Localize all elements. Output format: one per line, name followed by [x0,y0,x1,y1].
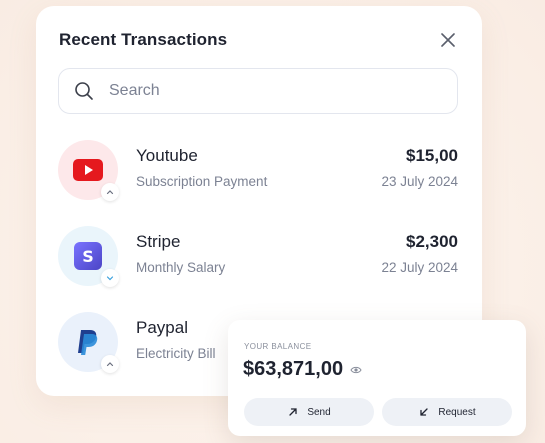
eye-icon[interactable] [349,363,363,377]
card-title: Recent Transactions [59,30,228,49]
transaction-description: Subscription Payment [136,174,268,189]
svg-text:S: S [82,247,94,266]
balance-label: YOUR BALANCE [244,342,312,351]
send-label: Send [307,406,331,418]
transaction-name: Youtube [136,146,198,165]
balance-amount: $63,871,00 [243,358,344,380]
request-button[interactable]: Request [382,398,512,426]
search-box[interactable] [58,68,458,114]
transaction-name: Stripe [136,232,181,251]
transaction-amount: $2,300 [406,232,458,251]
arrow-up-icon [101,355,119,373]
balance-card: YOUR BALANCE $63,871,00 Send Request [228,320,526,436]
transaction-description: Monthly Salary [136,260,226,275]
transaction-name: Paypal [136,318,188,337]
transaction-date: 22 July 2024 [381,260,458,275]
send-button[interactable]: Send [244,398,374,426]
arrow-up-right-icon [287,406,299,418]
arrow-down-left-icon [418,406,430,418]
transaction-row-youtube[interactable]: Youtube Subscription Payment $15,00 23 J… [58,140,458,202]
close-icon [441,33,455,47]
transaction-row-stripe[interactable]: S Stripe Monthly Salary $2,300 22 July 2… [58,226,458,288]
transaction-amount: $15,00 [406,146,458,165]
close-button[interactable] [436,28,460,52]
balance-row: $63,871,00 [243,358,363,381]
stripe-logo-icon: S [73,241,103,271]
paypal-logo-icon [73,327,103,357]
search-input[interactable] [107,81,431,101]
request-label: Request [438,406,476,418]
transaction-description: Electricity Bill [136,346,216,361]
youtube-logo-icon [73,155,103,185]
transaction-date: 23 July 2024 [381,174,458,189]
search-icon [73,80,95,102]
arrow-up-icon [101,183,119,201]
arrow-down-icon [101,269,119,287]
